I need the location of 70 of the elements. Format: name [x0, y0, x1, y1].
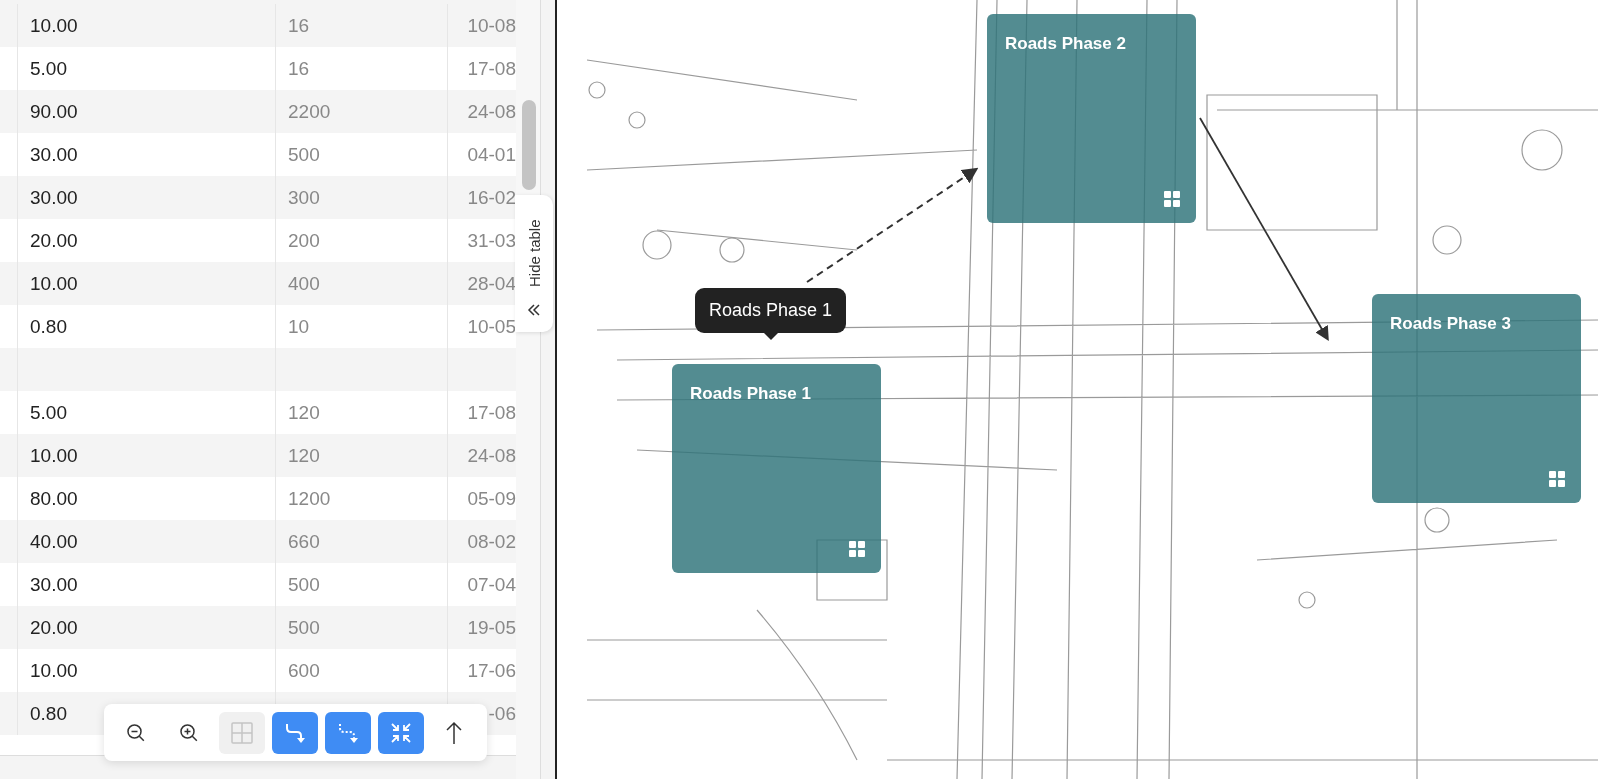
- table-cell: 30.00: [30, 573, 78, 596]
- table-cell: 500: [288, 573, 320, 596]
- table-cell: 500: [288, 143, 320, 166]
- table-cell: 5.00: [30, 57, 67, 80]
- zoom-in-icon: [179, 722, 199, 743]
- arrow-up-icon: [445, 720, 463, 745]
- table-cell: 17-08: [467, 401, 516, 424]
- grid-icon: [231, 721, 253, 744]
- table-cell: 24-08: [467, 444, 516, 467]
- table-cell: 10.00: [30, 272, 78, 295]
- table-cell: 30.00: [30, 143, 78, 166]
- dotted-route-arrow-icon: [337, 721, 359, 744]
- table-cell: 10-08: [467, 14, 516, 37]
- dotted-route-button[interactable]: [325, 711, 371, 754]
- table-cell: 17-08: [467, 57, 516, 80]
- table-cell: 19-05: [467, 616, 516, 639]
- table-cell: 16-02: [467, 186, 516, 209]
- card-title: Roads Phase 1: [690, 384, 811, 404]
- table-cell: 20.00: [30, 229, 78, 252]
- table-cell: 10.00: [30, 659, 78, 682]
- table-cell: 660: [288, 530, 320, 553]
- double-chevron-left-icon: [527, 302, 541, 317]
- tooltip: Roads Phase 1: [695, 288, 847, 340]
- table-cell: 31-03: [467, 229, 516, 252]
- table-cell: 2200: [288, 100, 331, 123]
- table-cell: 04-01: [467, 143, 516, 166]
- table-cell: 24-08: [467, 100, 516, 123]
- grid-icon: [1549, 471, 1565, 487]
- phase-card[interactable]: Roads Phase 3: [1372, 294, 1581, 503]
- table-cell: 120: [288, 401, 320, 424]
- table-cell: 17-06: [467, 659, 516, 682]
- table-cell: 0.80: [30, 702, 67, 725]
- grid-icon: [849, 541, 865, 557]
- table-cell: 08-02: [467, 530, 516, 553]
- table-cell: 40.00: [30, 530, 78, 553]
- table-cell: 600: [288, 659, 320, 682]
- table-cell: 500: [288, 616, 320, 639]
- table-cell: 10-05: [467, 315, 516, 338]
- table-cell: 300: [288, 186, 320, 209]
- table-cell: -06: [488, 702, 516, 725]
- table-cell: 20.00: [30, 616, 78, 639]
- route-arrow-icon: [284, 721, 306, 744]
- table-cell: 200: [288, 229, 320, 252]
- scrollbar-thumb[interactable]: [522, 100, 536, 190]
- table-cell: 16: [288, 14, 310, 37]
- table-cell: 400: [288, 272, 320, 295]
- table-cell: 10.00: [30, 14, 78, 37]
- table-cell: 28-04: [467, 272, 516, 295]
- table-cell: 1200: [288, 487, 331, 510]
- table-cell: 10: [288, 315, 310, 338]
- card-title: Roads Phase 3: [1390, 314, 1511, 334]
- table-cell: 5.00: [30, 401, 67, 424]
- table-cell: 07-04: [467, 573, 516, 596]
- table-cell: 0.80: [30, 315, 67, 338]
- hide-table-tab[interactable]: Hide table: [515, 195, 553, 332]
- zoom-out-icon: [126, 722, 146, 743]
- route-button[interactable]: [272, 711, 318, 754]
- phase-card[interactable]: Roads Phase 2: [987, 14, 1196, 223]
- phase-card[interactable]: Roads Phase 1: [672, 364, 881, 573]
- table-cell: 10.00: [30, 444, 78, 467]
- collapse-arrows-icon: [390, 721, 412, 744]
- table-cell: 16: [288, 57, 310, 80]
- table-cell: 120: [288, 444, 320, 467]
- collapse-button[interactable]: [378, 711, 424, 754]
- grid-icon: [1164, 191, 1180, 207]
- table-cell: 90.00: [30, 100, 78, 123]
- table-cell: 05-09: [467, 487, 516, 510]
- card-title: Roads Phase 2: [1005, 34, 1126, 54]
- table-cell: 30.00: [30, 186, 78, 209]
- table-cell: 80.00: [30, 487, 78, 510]
